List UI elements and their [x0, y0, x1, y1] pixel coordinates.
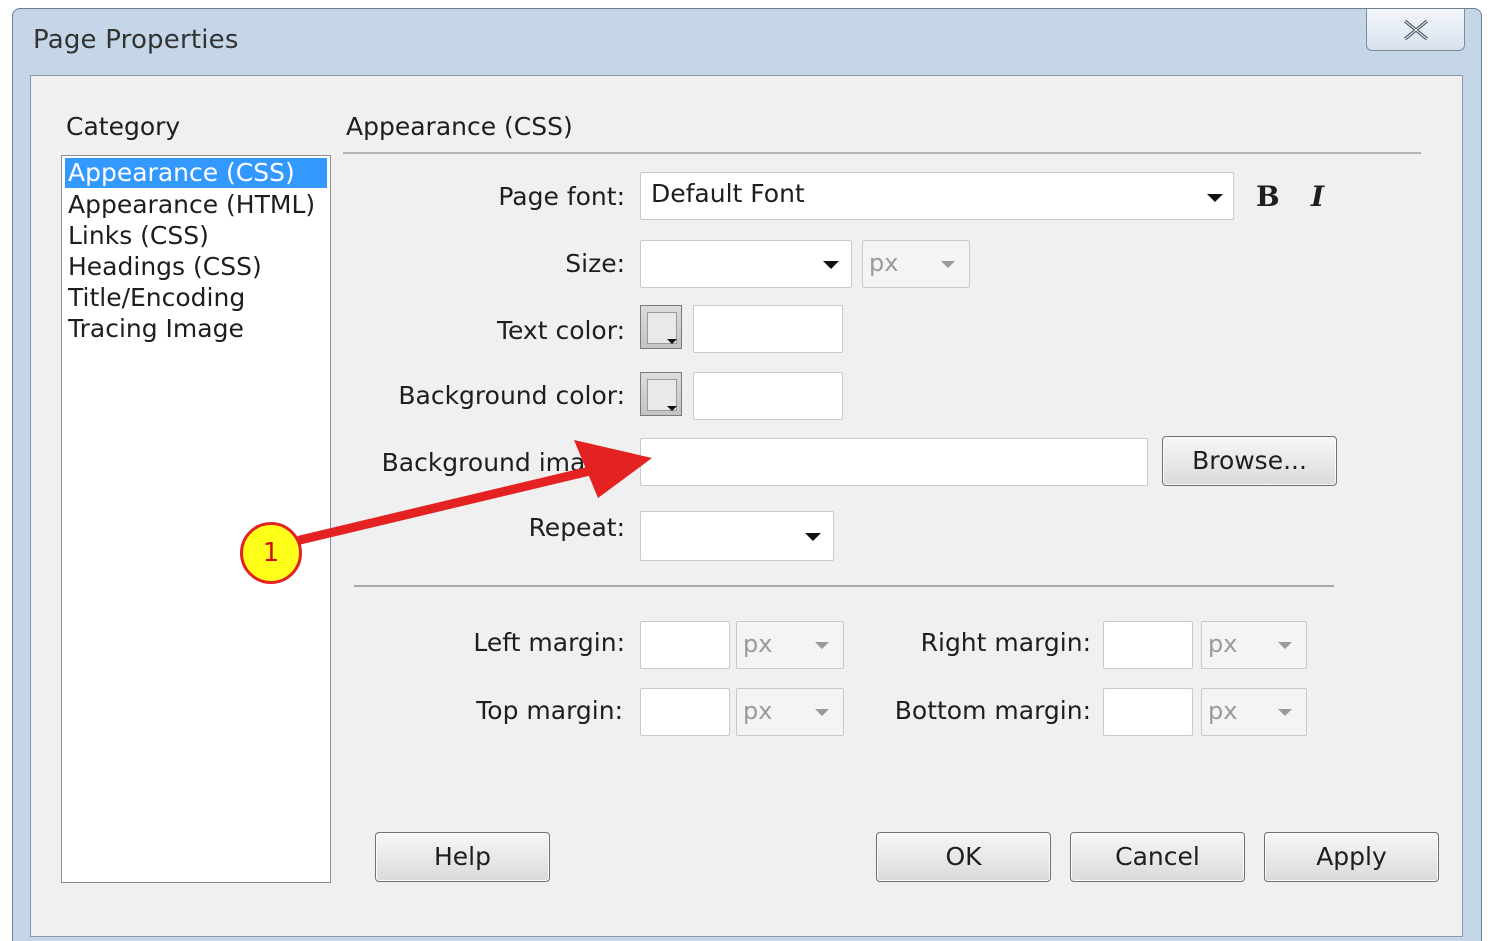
annotation-arrow: [295, 440, 652, 545]
color-swatch-icon: [667, 406, 677, 411]
color-swatch-icon: [667, 339, 677, 344]
annotation-marker: 1: [240, 522, 302, 584]
